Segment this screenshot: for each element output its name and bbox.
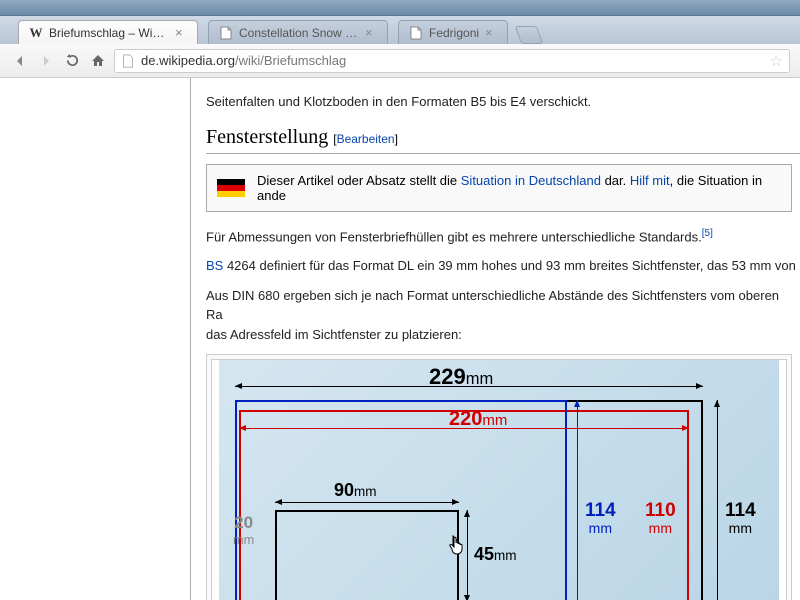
page-icon	[121, 54, 135, 68]
window-frame	[0, 0, 800, 16]
new-tab-button[interactable]	[515, 26, 544, 44]
dim-label: 114mm	[585, 502, 616, 536]
tab-title: Briefumschlag – Wikipedia	[49, 26, 169, 40]
dim-arrow	[717, 400, 718, 600]
home-button[interactable]	[88, 51, 108, 71]
dim-arrow	[577, 400, 578, 600]
tab-title: Fedrigoni	[429, 26, 479, 40]
page-icon	[409, 26, 423, 40]
dim-arrow	[467, 510, 468, 600]
back-button[interactable]	[10, 51, 30, 71]
dim-label: 220mm	[449, 408, 507, 431]
envelope-diagram[interactable]: 229mm 220mm 90mm 20mm 45mm	[219, 360, 779, 600]
close-icon[interactable]: ×	[175, 26, 189, 40]
dim-label: 20mm	[233, 515, 254, 547]
dim-arrow	[275, 502, 459, 503]
section-heading: Fensterstellung [Bearbeiten]	[206, 126, 800, 154]
tabs-bar: W Briefumschlag – Wikipedia × Constellat…	[0, 16, 800, 44]
browser-toolbar: de.wikipedia.org/wiki/Briefumschlag ☆	[0, 44, 800, 78]
forward-button[interactable]	[36, 51, 56, 71]
url-text: de.wikipedia.org/wiki/Briefumschlag	[141, 53, 770, 68]
link[interactable]: Hilf mit	[630, 173, 670, 188]
tab-active[interactable]: W Briefumschlag – Wikipedia ×	[18, 20, 198, 44]
ref-link[interactable]: [5]	[702, 228, 713, 239]
reload-button[interactable]	[62, 51, 82, 71]
dim-label: 90mm	[334, 480, 377, 501]
link[interactable]: BS	[206, 258, 223, 273]
close-icon[interactable]: ×	[485, 26, 499, 40]
notice-text: Dieser Artikel oder Absatz stellt die Si…	[257, 173, 781, 203]
tab-title: Constellation Snow - Pape	[239, 26, 359, 40]
notice-box: Dieser Artikel oder Absatz stellt die Si…	[206, 164, 792, 212]
paragraph: BS 4264 definiert für das Format DL ein …	[206, 256, 796, 276]
tab-inactive[interactable]: Fedrigoni ×	[398, 20, 508, 44]
url-bar[interactable]: de.wikipedia.org/wiki/Briefumschlag ☆	[114, 49, 790, 73]
dim-label: 45mm	[474, 544, 517, 565]
sidebar-border	[190, 78, 191, 600]
rect-window	[275, 510, 459, 600]
edit-link[interactable]: Bearbeiten	[337, 132, 395, 146]
paragraph: Für Abmessungen von Fensterbriefhüllen g…	[206, 226, 796, 247]
link[interactable]: Situation in Deutschland	[461, 173, 601, 188]
dim-label: 114mm	[725, 502, 756, 536]
page-icon	[219, 26, 233, 40]
dim-label: 110mm	[645, 502, 676, 536]
paragraph: Aus DIN 680 ergeben sich je nach Format …	[206, 286, 796, 345]
tab-inactive[interactable]: Constellation Snow - Pape ×	[208, 20, 388, 44]
page-content: Seitenfalten und Klotzboden in den Forma…	[0, 78, 800, 600]
figure-thumb: 229mm 220mm 90mm 20mm 45mm	[206, 354, 792, 600]
dim-label: 229mm	[429, 364, 493, 390]
paragraph: Seitenfalten und Klotzboden in den Forma…	[206, 92, 796, 112]
article-body: Seitenfalten und Klotzboden in den Forma…	[200, 78, 800, 600]
germany-flag-icon	[217, 179, 245, 197]
close-icon[interactable]: ×	[365, 26, 379, 40]
bookmark-icon[interactable]: ☆	[770, 52, 783, 70]
wikipedia-icon: W	[29, 26, 43, 40]
